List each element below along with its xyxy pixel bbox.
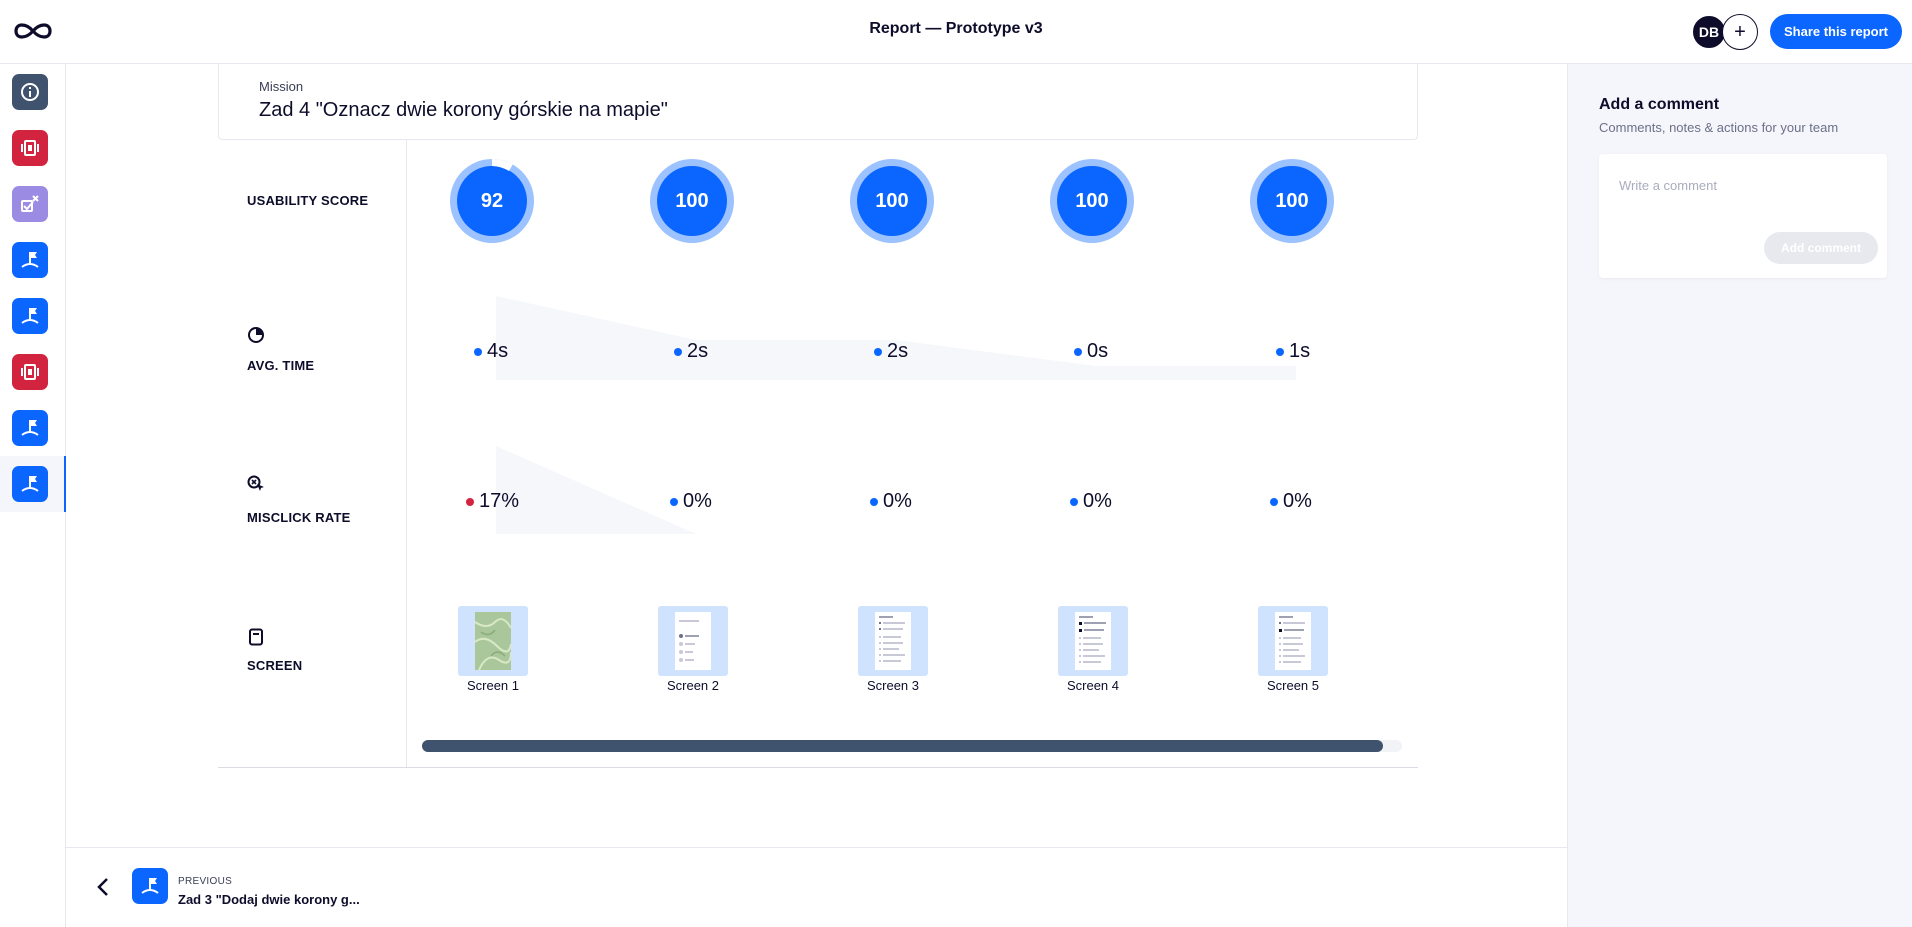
avg-time-value-5: 1s — [1289, 340, 1311, 362]
avg-time-3: 2s — [874, 340, 908, 363]
sidebar-item-prototype-test-1[interactable] — [0, 120, 66, 176]
usability-score-3: 100 — [875, 189, 909, 212]
status-dot — [674, 347, 682, 356]
screen-name-4: Screen 4 — [1066, 678, 1120, 693]
sidebar-item-welcome[interactable] — [0, 64, 66, 120]
mission-header: Mission Zad 4 "Oznacz dwie korony górski… — [218, 64, 1418, 140]
usability-score-1: 92 — [480, 189, 504, 212]
usability-score-5: 100 — [1275, 189, 1309, 212]
page-title: Report — Prototype v3 — [869, 20, 1043, 37]
screen-icon — [249, 628, 263, 646]
status-dot — [870, 497, 878, 506]
mission-label: Mission — [259, 79, 304, 94]
misclick-value-1: 17% — [479, 490, 520, 512]
comments-panel: Add a comment Comments, notes & actions … — [1567, 64, 1912, 927]
status-dot — [1270, 497, 1278, 506]
status-dot — [1070, 497, 1078, 506]
misclick-rate-5: 0% — [1270, 490, 1312, 513]
status-dot-alert — [466, 497, 474, 506]
misclick-value-4: 0% — [1083, 490, 1112, 512]
comments-title: Add a comment — [1599, 96, 1720, 113]
add-member-button[interactable]: + — [1722, 14, 1758, 50]
comments-subtitle: Comments, notes & actions for your team — [1599, 120, 1839, 135]
status-dot — [874, 347, 882, 356]
screen-name-5: Screen 5 — [1266, 678, 1320, 693]
avg-time-value-1: 4s — [487, 340, 509, 362]
sidebar-item-mission-4[interactable] — [0, 456, 66, 512]
map-thumbnail-image — [475, 612, 511, 670]
add-comment-button[interactable]: Add comment — [1764, 232, 1878, 264]
sidebar-item-checklist[interactable] — [0, 176, 66, 232]
sidebar-item-mission-2[interactable] — [0, 288, 66, 344]
status-dot — [670, 497, 678, 506]
usability-score-label: USABILITY SCORE — [247, 193, 369, 208]
split-screen-icon — [12, 130, 48, 166]
screen-thumbnail-1[interactable] — [458, 606, 528, 676]
misclick-cursor-icon — [247, 475, 264, 491]
checklist-icon — [12, 186, 48, 222]
previous-block-nav[interactable]: PREVIOUS Zad 3 "Dodaj dwie korony g... — [66, 847, 1567, 927]
misclick-rate-1: 17% — [466, 490, 519, 513]
misclick-rate-2: 0% — [670, 490, 712, 513]
misclick-value-3: 0% — [883, 490, 912, 512]
avg-time-value-3: 2s — [887, 340, 909, 362]
horizontal-scrollbar-thumb[interactable] — [422, 740, 1383, 752]
list-thumbnail-image — [1075, 612, 1111, 670]
report-main: Mission Zad 4 "Oznacz dwie korony górski… — [66, 64, 1567, 847]
screen-label: SCREEN — [247, 658, 303, 673]
avg-time-1: 4s — [474, 340, 508, 363]
split-screen-icon — [12, 354, 48, 390]
grid-bottom-border — [218, 767, 1418, 768]
previous-kicker: PREVIOUS — [178, 876, 233, 887]
screen-thumbnail-4[interactable] — [1058, 606, 1128, 676]
previous-block-title[interactable]: Zad 3 "Dodaj dwie korony g... — [178, 892, 360, 907]
screen-thumbnail-3[interactable] — [858, 606, 928, 676]
mission-title: Zad 4 "Oznacz dwie korony górskie na map… — [259, 99, 668, 121]
misclick-rate-label: MISCLICK RATE — [247, 510, 351, 525]
chevron-left-icon[interactable] — [94, 876, 112, 898]
info-icon — [12, 74, 48, 110]
flag-icon — [12, 298, 48, 334]
status-dot — [1074, 347, 1082, 356]
avg-time-label: AVG. TIME — [247, 358, 315, 373]
block-sidebar — [0, 64, 66, 927]
screen-thumbnail-2[interactable] — [658, 606, 728, 676]
usability-score-4: 100 — [1075, 189, 1109, 212]
flag-icon — [132, 868, 168, 904]
top-bar: Report — Prototype v3 DB + Share this re… — [0, 0, 1912, 64]
flag-icon — [12, 466, 48, 502]
avg-time-5: 1s — [1276, 340, 1310, 363]
sidebar-item-mission-1[interactable] — [0, 232, 66, 288]
misclick-rate-3: 0% — [870, 490, 912, 513]
list-thumbnail-image — [875, 612, 911, 670]
misclick-value-2: 0% — [683, 490, 712, 512]
menu-thumbnail-image — [675, 612, 711, 670]
misclick-value-5: 0% — [1283, 490, 1312, 512]
flag-icon — [12, 242, 48, 278]
usability-score-2: 100 — [675, 189, 709, 212]
avg-time-4: 0s — [1074, 340, 1108, 363]
screen-thumbnail-5[interactable] — [1258, 606, 1328, 676]
avg-time-value-4: 0s — [1087, 340, 1109, 362]
screen-name-2: Screen 2 — [666, 678, 720, 693]
share-report-button[interactable]: Share this report — [1770, 14, 1902, 49]
sidebar-item-mission-3[interactable] — [0, 400, 66, 456]
avg-time-value-2: 2s — [687, 340, 709, 362]
misclick-rate-4: 0% — [1070, 490, 1112, 513]
status-dot — [1276, 347, 1284, 356]
flag-icon — [12, 410, 48, 446]
list-thumbnail-image — [1275, 612, 1311, 670]
grid-divider — [406, 140, 407, 768]
avg-time-2: 2s — [674, 340, 708, 363]
comment-input[interactable] — [1619, 178, 1869, 193]
status-dot — [474, 347, 482, 356]
screen-name-1: Screen 1 — [466, 678, 520, 693]
pie-clock-icon — [248, 327, 264, 343]
comment-box: Add comment — [1599, 154, 1887, 278]
sidebar-item-prototype-test-2[interactable] — [0, 344, 66, 400]
screen-name-3: Screen 3 — [866, 678, 920, 693]
